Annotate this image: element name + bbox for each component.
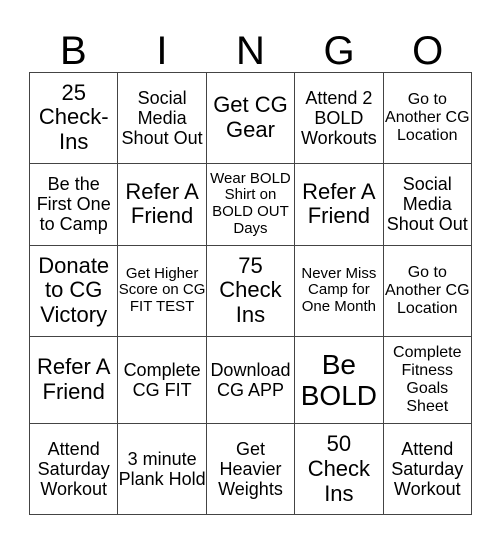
bingo-cell[interactable]: Donate to CG Victory: [28, 245, 119, 337]
bingo-cell[interactable]: 3 minute Plank Hold: [117, 423, 207, 515]
bingo-row: Refer A Friend Complete CG FIT Download …: [28, 335, 473, 425]
bingo-cell[interactable]: Refer A Friend: [28, 335, 119, 425]
bingo-row: Attend Saturday Workout 3 minute Plank H…: [28, 423, 473, 515]
bingo-cell[interactable]: Be BOLD: [294, 335, 384, 425]
bingo-cell[interactable]: Go to Another CG Location: [382, 72, 473, 164]
bingo-row: 25 Check-Ins Social Media Shout Out Get …: [28, 72, 473, 164]
bingo-cell[interactable]: Attend 2 BOLD Workouts: [294, 72, 384, 164]
bingo-cell[interactable]: Complete Fitness Goals Sheet: [382, 335, 473, 425]
header-letter-o: O: [412, 29, 444, 73]
bingo-card: 25 Check-Ins Social Media Shout Out Get …: [28, 72, 473, 515]
bingo-cell[interactable]: Complete CG FIT: [117, 335, 207, 425]
bingo-cell[interactable]: 75 Check Ins: [205, 245, 296, 337]
bingo-cell[interactable]: Get Heavier Weights: [205, 423, 296, 515]
header-letter-n: N: [236, 29, 265, 73]
bingo-cell[interactable]: Social Media Shout Out: [382, 162, 473, 247]
bingo-cell[interactable]: Be the First One to Camp: [28, 162, 119, 247]
bingo-header: B I N G O: [29, 30, 472, 72]
bingo-cell[interactable]: Never Miss Camp for One Month: [294, 245, 384, 337]
bingo-cell[interactable]: Social Media Shout Out: [117, 72, 207, 164]
bingo-cell[interactable]: Wear BOLD Shirt on BOLD OUT Days: [205, 162, 296, 247]
bingo-cell[interactable]: 25 Check-Ins: [28, 72, 119, 164]
bingo-cell[interactable]: Download CG APP: [205, 335, 296, 425]
bingo-cell[interactable]: Get Higher Score on CG FIT TEST: [117, 245, 207, 337]
bingo-cell[interactable]: Refer A Friend: [294, 162, 384, 247]
bingo-row: Be the First One to Camp Refer A Friend …: [28, 162, 473, 247]
bingo-cell[interactable]: Attend Saturday Workout: [28, 423, 119, 515]
bingo-cell[interactable]: 50 Check Ins: [294, 423, 384, 515]
bingo-cell[interactable]: Refer A Friend: [117, 162, 207, 247]
bingo-cell[interactable]: Go to Another CG Location: [382, 245, 473, 337]
bingo-row: Donate to CG Victory Get Higher Score on…: [28, 245, 473, 337]
bingo-cell[interactable]: Get CG Gear: [205, 72, 296, 164]
bingo-cell[interactable]: Attend Saturday Workout: [382, 423, 473, 515]
header-letter-g: G: [323, 29, 355, 73]
header-letter-i: I: [156, 29, 168, 73]
header-letter-b: B: [59, 29, 87, 73]
